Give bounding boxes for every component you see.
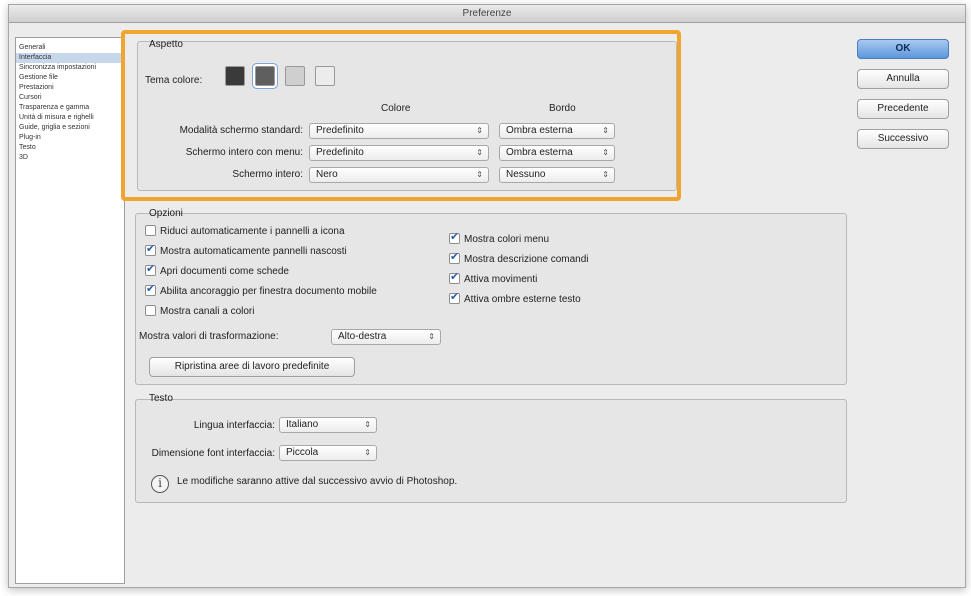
lingua-label: Lingua interfaccia: — [193, 420, 275, 431]
aspetto-highlight — [121, 30, 681, 201]
reset-workspaces-button[interactable]: Ripristina aree di lavoro predefinite — [149, 357, 355, 377]
checkbox-unchecked-icon[interactable] — [145, 225, 156, 236]
checkbox-label: Abilita ancoraggio per finestra document… — [160, 286, 377, 297]
sidebar: Generali Interfaccia Sincronizza impostazi… — [15, 37, 125, 584]
sidebar-item[interactable]: Interfaccia — [16, 53, 124, 63]
checkbox-checked-icon[interactable] — [145, 282, 156, 296]
checkbox-option[interactable]: Attiva movimenti — [449, 270, 538, 287]
dimensione-label: Dimensione font interfaccia: — [151, 448, 275, 459]
select-arrows-icon: ⇕ — [364, 448, 371, 457]
sidebar-item[interactable]: Guide, griglia e sezioni — [16, 123, 124, 133]
transform-select[interactable]: Alto-destra ⇕ — [331, 329, 441, 345]
window-title: Preferenze — [9, 5, 965, 23]
transform-label: Mostra valori di trasformazione: — [139, 331, 279, 342]
checkbox-option[interactable]: Mostra colori menu — [449, 230, 550, 247]
checkbox-option[interactable]: Mostra descrizione comandi — [449, 250, 589, 267]
checkbox-option[interactable]: Mostra canali a colori — [145, 305, 254, 319]
select-arrows-icon: ⇕ — [364, 420, 371, 429]
sidebar-item[interactable]: Gestione file — [16, 73, 124, 83]
sidebar-item[interactable]: Sincronizza impostazioni — [16, 63, 124, 73]
lingua-select[interactable]: Italiano ⇕ — [279, 417, 377, 433]
sidebar-item[interactable]: Trasparenza e gamma — [16, 103, 124, 113]
sidebar-item[interactable]: Prestazioni — [16, 83, 124, 93]
dimensione-value: Piccola — [286, 447, 319, 458]
checkbox-option[interactable]: Abilita ancoraggio per finestra document… — [145, 282, 377, 299]
checkbox-checked-icon[interactable] — [449, 270, 460, 284]
annulla-button[interactable]: Annulla — [857, 69, 949, 89]
successivo-button[interactable]: Successivo — [857, 129, 949, 149]
sidebar-item[interactable]: Plug-in — [16, 133, 124, 143]
ok-button[interactable]: OK — [857, 39, 949, 59]
checkbox-checked-icon[interactable] — [145, 242, 156, 256]
checkbox-label: Attiva ombre esterne testo — [464, 294, 581, 305]
checkbox-option[interactable]: Mostra automaticamente pannelli nascosti — [145, 242, 347, 259]
dimensione-select[interactable]: Piccola ⇕ — [279, 445, 377, 461]
checkbox-unchecked-icon[interactable] — [145, 305, 156, 316]
checkbox-label: Riduci automaticamente i pannelli a icon… — [160, 226, 345, 237]
transform-value: Alto-destra — [338, 331, 387, 342]
checkbox-label: Mostra automaticamente pannelli nascosti — [160, 246, 347, 257]
info-icon: i — [151, 475, 169, 493]
sidebar-item[interactable]: Generali — [16, 43, 124, 53]
checkbox-option[interactable]: Riduci automaticamente i pannelli a icon… — [145, 225, 345, 239]
checkbox-label: Apri documenti come schede — [160, 266, 289, 277]
sidebar-list: Generali Interfaccia Sincronizza impostazi… — [16, 38, 124, 163]
opzioni-title: Opzioni — [149, 208, 183, 219]
checkbox-checked-icon[interactable] — [449, 250, 460, 264]
checkbox-checked-icon[interactable] — [449, 290, 460, 304]
sidebar-item[interactable]: Unità di misura e righelli — [16, 113, 124, 123]
checkbox-label: Mostra canali a colori — [160, 306, 255, 317]
testo-title: Testo — [149, 393, 173, 404]
select-arrows-icon: ⇕ — [428, 332, 435, 341]
lingua-value: Italiano — [286, 419, 319, 430]
checkbox-option[interactable]: Attiva ombre esterne testo — [449, 290, 581, 307]
checkbox-label: Mostra colori menu — [464, 234, 550, 245]
info-text: Le modifiche saranno attive dal successi… — [177, 476, 458, 487]
checkbox-label: Attiva movimenti — [464, 274, 538, 285]
sidebar-item[interactable]: 3D — [16, 153, 124, 163]
precedente-button[interactable]: Precedente — [857, 99, 949, 119]
sidebar-item[interactable]: Testo — [16, 143, 124, 153]
checkbox-checked-icon[interactable] — [145, 262, 156, 276]
sidebar-item[interactable]: Cursori — [16, 93, 124, 103]
checkbox-checked-icon[interactable] — [449, 230, 460, 244]
checkbox-label: Mostra descrizione comandi — [464, 254, 589, 265]
checkbox-option[interactable]: Apri documenti come schede — [145, 262, 289, 279]
